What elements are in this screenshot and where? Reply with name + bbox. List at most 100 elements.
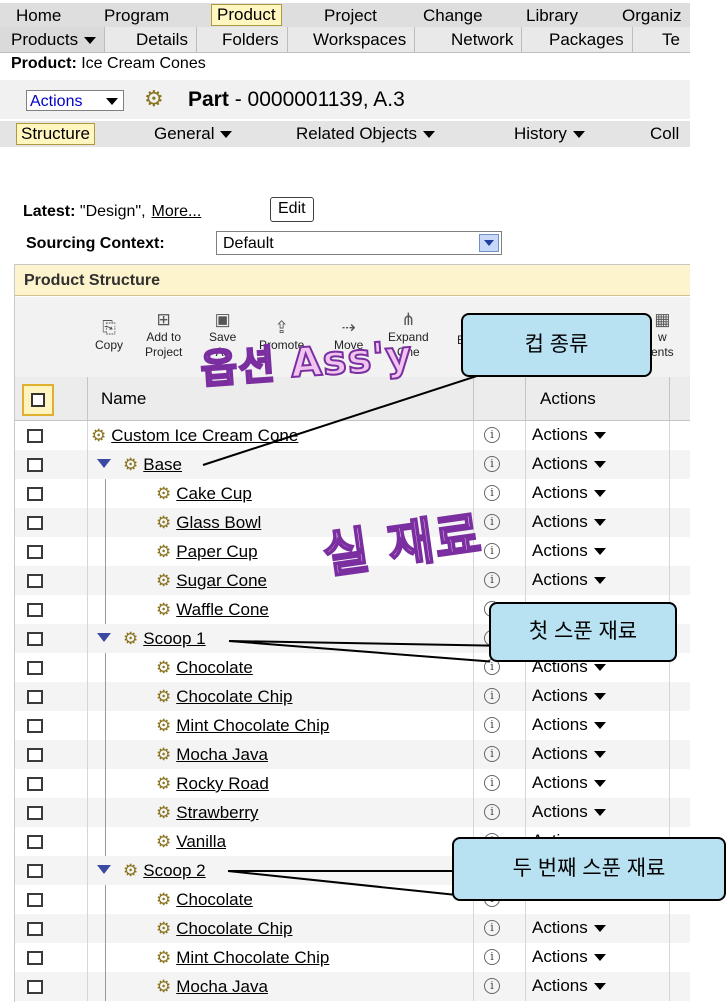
subnav-products[interactable]: Products — [0, 27, 106, 52]
row-checkbox[interactable] — [27, 835, 43, 849]
part-name-link[interactable]: Rocky Road — [176, 774, 269, 793]
new-button[interactable]: ▦ w ents — [651, 311, 674, 360]
tab-collaboration[interactable]: Coll — [650, 124, 679, 144]
part-name[interactable]: ⚙ Vanilla — [156, 832, 226, 852]
row-checkbox[interactable] — [27, 545, 43, 559]
part-name-link[interactable]: Paper Cup — [176, 542, 257, 561]
nav-change[interactable]: Change — [423, 6, 483, 26]
row-actions-menu[interactable]: Actions — [532, 715, 606, 735]
part-name-link[interactable]: Chocolate Chip — [176, 919, 292, 938]
expand-toggle-icon[interactable] — [97, 459, 111, 468]
row-checkbox[interactable] — [27, 458, 43, 472]
table-row[interactable]: ⚙ Base i Actions — [15, 450, 690, 479]
row-actions-menu[interactable]: Actions — [532, 773, 606, 793]
column-name[interactable]: Name — [101, 377, 146, 420]
part-name-link[interactable]: Glass Bowl — [176, 513, 261, 532]
row-checkbox[interactable] — [27, 806, 43, 820]
part-name-link[interactable]: Vanilla — [176, 832, 226, 851]
part-name[interactable]: ⚙ Scoop 1 — [123, 629, 206, 649]
row-checkbox[interactable] — [27, 864, 43, 878]
info-icon[interactable]: i — [484, 572, 500, 588]
part-name-link[interactable]: Mocha Java — [176, 745, 268, 764]
part-name[interactable]: ⚙ Chocolate Chip — [156, 919, 293, 939]
row-actions-menu[interactable]: Actions — [532, 686, 606, 706]
info-icon[interactable]: i — [484, 978, 500, 994]
part-name[interactable]: ⚙ Chocolate — [156, 658, 253, 678]
part-name-link[interactable]: Chocolate — [176, 658, 253, 677]
info-icon[interactable]: i — [484, 920, 500, 936]
copy-button[interactable]: ⎘ Copy — [95, 319, 123, 353]
part-name[interactable]: ⚙ Chocolate — [156, 890, 253, 910]
table-row[interactable]: ⚙ Strawberry i Actions — [15, 798, 690, 827]
part-name-link[interactable]: Mint Chocolate Chip — [176, 716, 329, 735]
part-name[interactable]: ⚙ Mocha Java — [156, 745, 268, 765]
tab-general[interactable]: General — [154, 124, 233, 144]
tab-structure[interactable]: Structure — [16, 123, 95, 145]
info-icon[interactable]: i — [484, 688, 500, 704]
subnav-workspaces[interactable]: Workspaces — [304, 27, 416, 52]
part-name[interactable]: ⚙ Mocha Java — [156, 977, 268, 997]
row-actions-menu[interactable]: Actions — [532, 425, 606, 445]
row-checkbox[interactable] — [27, 980, 43, 994]
part-name[interactable]: ⚙ Mint Chocolate Chip — [156, 948, 329, 968]
table-row[interactable]: ⚙ Cake Cup i Actions — [15, 479, 690, 508]
info-icon[interactable]: i — [484, 543, 500, 559]
part-name[interactable]: ⚙ Mint Chocolate Chip — [156, 716, 329, 736]
actions-menu[interactable]: Actions — [26, 90, 124, 111]
row-checkbox[interactable] — [27, 748, 43, 762]
tab-history[interactable]: History — [514, 124, 585, 144]
row-checkbox[interactable] — [27, 632, 43, 646]
row-checkbox[interactable] — [27, 922, 43, 936]
expand-toggle-icon[interactable] — [97, 633, 111, 642]
row-actions-menu[interactable]: Actions — [532, 454, 606, 474]
column-actions[interactable]: Actions — [540, 377, 596, 420]
info-icon[interactable]: i — [484, 804, 500, 820]
info-icon[interactable]: i — [484, 427, 500, 443]
nav-project[interactable]: Project — [324, 6, 377, 26]
part-name-link[interactable]: Strawberry — [176, 803, 258, 822]
info-icon[interactable]: i — [484, 456, 500, 472]
row-checkbox[interactable] — [27, 893, 43, 907]
row-checkbox[interactable] — [27, 690, 43, 704]
part-name[interactable]: ⚙ Glass Bowl — [156, 513, 261, 533]
part-name-link[interactable]: Scoop 2 — [143, 861, 205, 880]
nav-program[interactable]: Program — [104, 6, 169, 26]
table-row[interactable]: ⚙ Mocha Java i Actions — [15, 740, 690, 769]
nav-product[interactable]: Product — [211, 4, 282, 26]
row-actions-menu[interactable]: Actions — [532, 483, 606, 503]
subnav-folders[interactable]: Folders — [213, 27, 288, 52]
row-checkbox[interactable] — [27, 487, 43, 501]
part-name[interactable]: ⚙ Base — [123, 455, 182, 475]
row-actions-menu[interactable]: Actions — [532, 570, 606, 590]
row-actions-menu[interactable]: Actions — [532, 802, 606, 822]
row-checkbox[interactable] — [27, 951, 43, 965]
row-actions-menu[interactable]: Actions — [532, 918, 606, 938]
part-name[interactable]: ⚙ Rocky Road — [156, 774, 269, 794]
row-actions-menu[interactable]: Actions — [532, 976, 606, 996]
row-actions-menu[interactable]: Actions — [532, 947, 606, 967]
subnav-network[interactable]: Network — [442, 27, 523, 52]
table-row[interactable]: ⚙ Chocolate Chip i Actions — [15, 914, 690, 943]
row-checkbox[interactable] — [27, 719, 43, 733]
row-checkbox[interactable] — [27, 516, 43, 530]
part-name-link[interactable]: Mocha Java — [176, 977, 268, 996]
nav-library[interactable]: Library — [526, 6, 578, 26]
table-row[interactable]: ⚙ Mint Chocolate Chip i Actions — [15, 711, 690, 740]
part-name-link[interactable]: Sugar Cone — [176, 571, 267, 590]
sourcing-context-select[interactable]: Default — [216, 231, 502, 255]
row-checkbox[interactable] — [27, 661, 43, 675]
table-row[interactable]: ⚙ Rocky Road i Actions — [15, 769, 690, 798]
part-name-link[interactable]: Mint Chocolate Chip — [176, 948, 329, 967]
subnav-te[interactable]: Te — [653, 27, 688, 52]
add-to-project-button[interactable]: ⊞ Add to Project — [145, 311, 182, 360]
part-name-link[interactable]: Waffle Cone — [176, 600, 269, 619]
part-name-link[interactable]: Scoop 1 — [143, 629, 205, 648]
tab-related-objects[interactable]: Related Objects — [296, 124, 435, 144]
nav-home[interactable]: Home — [16, 6, 61, 26]
table-row[interactable]: ⚙ Mocha Java i Actions — [15, 972, 690, 1001]
info-icon[interactable]: i — [484, 775, 500, 791]
row-checkbox[interactable] — [27, 429, 43, 443]
part-name[interactable]: ⚙ Scoop 2 — [123, 861, 206, 881]
row-checkbox[interactable] — [27, 777, 43, 791]
part-name[interactable]: ⚙ Sugar Cone — [156, 571, 267, 591]
